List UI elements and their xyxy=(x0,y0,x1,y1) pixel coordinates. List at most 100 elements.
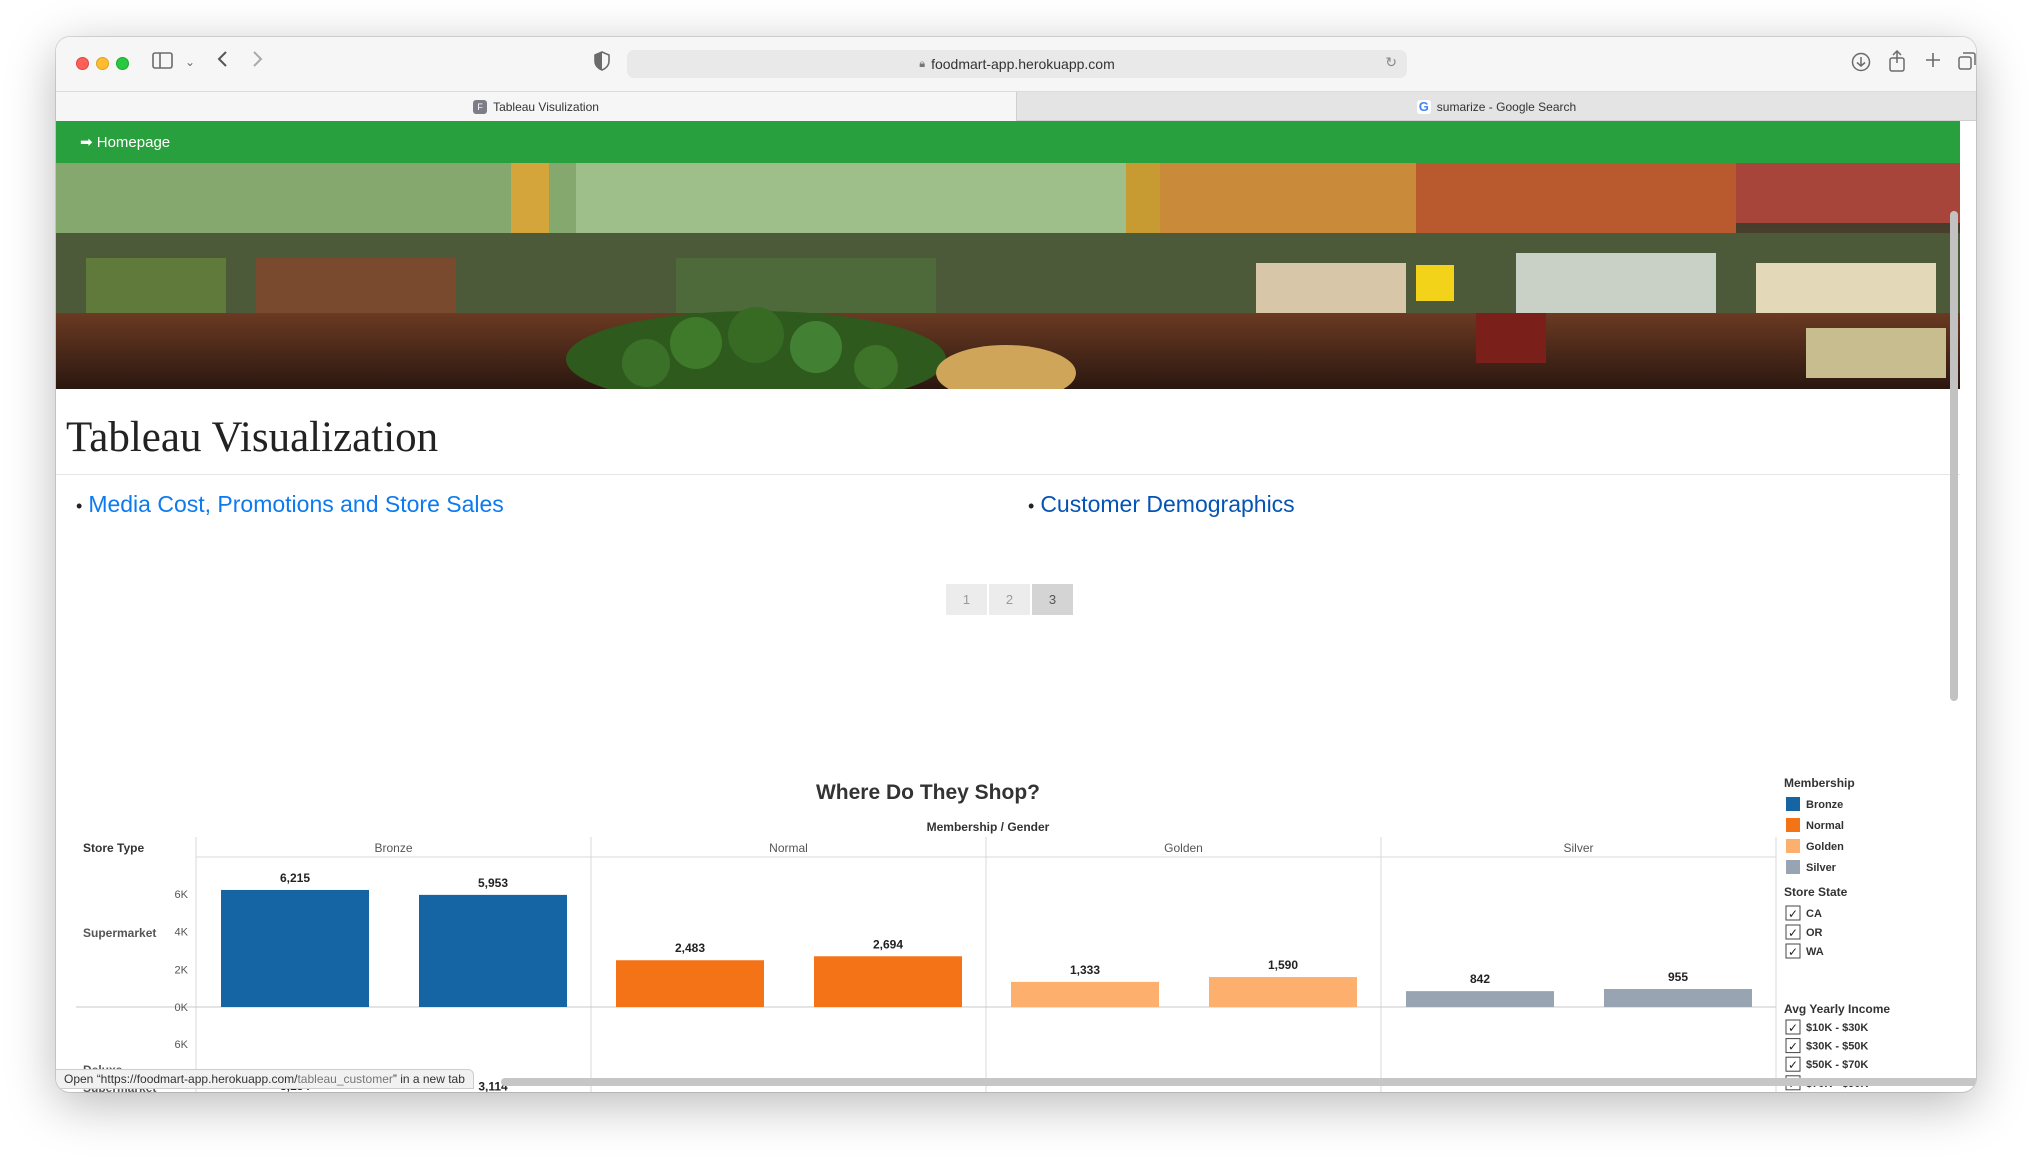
legend-income-title: Avg Yearly Income xyxy=(1784,1002,1890,1016)
title-divider xyxy=(56,474,1960,475)
legend-store-state-title: Store State xyxy=(1784,885,1848,899)
zoom-window-button[interactable] xyxy=(116,57,129,70)
horizontal-scrollbar[interactable] xyxy=(501,1078,1976,1086)
y-tick-label: 2K xyxy=(175,964,189,976)
y-tick-label: 6K xyxy=(175,889,189,901)
y-tick-label: 0K xyxy=(175,1002,189,1014)
legend-label: Bronze xyxy=(1806,799,1843,811)
bar-value-label: 842 xyxy=(1470,972,1490,986)
bar-value-label: 2,483 xyxy=(675,941,705,955)
income-label: $50K - $70K xyxy=(1806,1059,1868,1071)
bullet: • xyxy=(1028,496,1035,516)
new-tab-icon[interactable] xyxy=(1924,51,1942,73)
checkmark-icon: ✓ xyxy=(1788,926,1798,940)
homepage-link[interactable]: ➡ Homepage xyxy=(80,133,170,151)
legend-label: Golden xyxy=(1806,841,1844,853)
sidebar-toggle-icon[interactable] xyxy=(152,52,174,74)
column-header: Membership / Gender xyxy=(927,820,1050,834)
checkmark-icon: ✓ xyxy=(1788,1040,1798,1054)
checkmark-icon: ✓ xyxy=(1788,1058,1798,1072)
legend-swatch-golden[interactable] xyxy=(1786,839,1800,853)
back-arrow-icon[interactable] xyxy=(216,49,230,73)
bar-value-label: 2,694 xyxy=(873,937,903,951)
bar-normal[interactable] xyxy=(814,956,962,1007)
row-label: Supermarket xyxy=(83,926,156,940)
state-label: OR xyxy=(1806,927,1823,939)
web-page: ➡ Homepage Tableau Visualization • Media… xyxy=(56,121,1960,1092)
tab-tableau-visulization[interactable]: F Tableau Visulization xyxy=(56,92,1016,121)
download-icon[interactable] xyxy=(1851,52,1871,76)
bullet: • xyxy=(76,496,83,516)
customer-demographics-link[interactable]: • Customer Demographics xyxy=(1028,491,1295,518)
page-button-2[interactable]: 2 xyxy=(989,584,1030,615)
column-label-normal: Normal xyxy=(769,841,808,855)
arrow-right-icon: ➡ xyxy=(80,134,93,151)
share-icon[interactable] xyxy=(1888,49,1906,76)
bar-golden[interactable] xyxy=(1011,981,1159,1007)
privacy-shield-icon[interactable] xyxy=(594,51,610,75)
status-suffix: ” in a new tab xyxy=(392,1072,465,1086)
bar-value-label: 6,215 xyxy=(280,871,310,885)
media-cost-link[interactable]: • Media Cost, Promotions and Store Sales xyxy=(76,491,504,518)
chart-title: Where Do They Shop? xyxy=(816,781,1040,804)
homepage-label: Homepage xyxy=(96,134,171,151)
status-prefix: Open “https://foodmart-app.herokuapp.com… xyxy=(64,1072,298,1086)
bar-normal[interactable] xyxy=(616,960,764,1007)
bar-silver[interactable] xyxy=(1406,991,1554,1007)
column-label-silver: Silver xyxy=(1563,841,1593,855)
column-label-bronze: Bronze xyxy=(374,841,412,855)
address-bar[interactable]: 🔒︎ foodmart-app.herokuapp.com ↻ xyxy=(627,50,1407,78)
legend-swatch-silver[interactable] xyxy=(1786,860,1800,874)
vertical-scrollbar[interactable] xyxy=(1950,211,1958,701)
reload-icon[interactable]: ↻ xyxy=(1385,54,1397,71)
checkmark-icon: ✓ xyxy=(1788,907,1798,921)
chevron-down-icon[interactable]: ⌄ xyxy=(185,51,195,73)
link-status-bar: Open “https://foodmart-app.herokuapp.com… xyxy=(56,1069,474,1089)
page-button-1[interactable]: 1 xyxy=(946,584,987,615)
row-header: Store Type xyxy=(83,841,144,855)
tab-favicon: F xyxy=(473,99,488,114)
checkmark-icon: ✓ xyxy=(1788,1021,1798,1035)
legend-swatch-normal[interactable] xyxy=(1786,818,1800,832)
bar-bronze[interactable] xyxy=(419,894,567,1007)
lock-icon: 🔒︎ xyxy=(919,57,926,70)
tab-overview-icon[interactable] xyxy=(1958,52,1976,74)
legend-label: Normal xyxy=(1806,820,1844,832)
y-tick-label: 4K xyxy=(175,927,189,939)
legend-swatch-bronze[interactable] xyxy=(1786,797,1800,811)
page-button-3[interactable]: 3 xyxy=(1032,584,1073,615)
checkmark-icon: ✓ xyxy=(1788,945,1798,959)
tab-bar: F Tableau Visulization G sumarize - Goog… xyxy=(56,91,1976,121)
tab-title: Tableau Visulization xyxy=(493,99,599,114)
forward-arrow-icon[interactable] xyxy=(250,49,264,73)
tab-google-search[interactable]: G sumarize - Google Search xyxy=(1016,92,1976,121)
link-label: Customer Demographics xyxy=(1040,491,1295,517)
y-tick-label: 6K xyxy=(175,1039,189,1051)
browser-toolbar: ⌄ 🔒︎ foodmart-app.herokuapp.com ↻ xyxy=(56,37,1976,91)
tab-title: sumarize - Google Search xyxy=(1436,99,1577,114)
legend-membership-title: Membership xyxy=(1784,776,1855,790)
close-window-button[interactable] xyxy=(76,57,89,70)
column-label-golden: Golden xyxy=(1164,841,1203,855)
bar-silver[interactable] xyxy=(1604,989,1752,1007)
state-label: CA xyxy=(1806,908,1822,920)
status-path: tableau_customer xyxy=(297,1072,393,1086)
pagination: 1 2 3 xyxy=(946,584,1073,615)
browser-window: ⌄ 🔒︎ foodmart-app.herokuapp.com ↻ F Tabl… xyxy=(56,37,1976,1092)
top-navbar: ➡ Homepage xyxy=(56,121,1960,163)
minimize-window-button[interactable] xyxy=(96,57,109,70)
where-do-they-shop-chart: Where Do They Shop? Membership / Gender St… xyxy=(76,776,1890,1092)
google-icon: G xyxy=(1416,99,1431,114)
legend-label: Silver xyxy=(1806,862,1837,874)
bar-value-label: 1,590 xyxy=(1268,958,1298,972)
bar-value-label: 5,953 xyxy=(478,876,508,890)
bar-value-label: 1,333 xyxy=(1070,963,1100,977)
state-label: WA xyxy=(1806,946,1824,958)
page-title: Tableau Visualization xyxy=(66,414,439,461)
link-label: Media Cost, Promotions and Store Sales xyxy=(88,491,504,517)
store-banner-image xyxy=(56,163,1960,389)
bar-value-label: 955 xyxy=(1668,970,1688,984)
bar-bronze[interactable] xyxy=(221,889,369,1007)
bar-golden[interactable] xyxy=(1209,977,1357,1007)
url-text: foodmart-app.herokuapp.com xyxy=(931,56,1115,72)
